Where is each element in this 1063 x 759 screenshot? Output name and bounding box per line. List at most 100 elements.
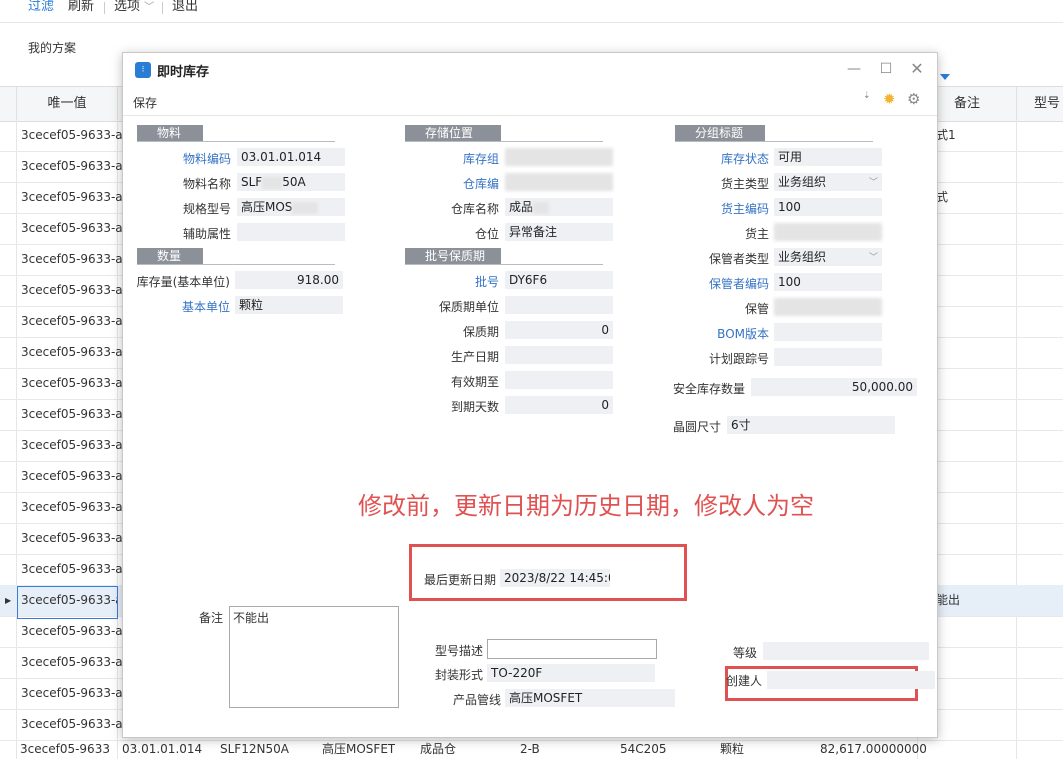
material-name-label: 物料名称	[182, 177, 231, 191]
material-code-field[interactable]: 03.01.01.014	[237, 148, 345, 166]
package-field[interactable]: TO-220F	[487, 664, 655, 682]
my-scheme-tab[interactable]: 我的方案	[28, 39, 76, 56]
qty-field[interactable]: 918.00	[235, 271, 343, 289]
shelf-unit-field[interactable]	[505, 296, 613, 314]
model-desc-input[interactable]	[487, 639, 657, 659]
refresh-button[interactable]: 刷新	[68, 0, 94, 16]
grid-cell-unique: 3cecef05-9633-a	[21, 686, 123, 700]
bom-version-label[interactable]: BOM版本	[669, 325, 769, 342]
filter-button[interactable]: 过滤	[28, 0, 54, 16]
lightbulb-icon[interactable]: ✹	[883, 90, 896, 108]
warehouse-name-value: 成品	[509, 200, 534, 214]
aux-attr-field[interactable]	[237, 223, 345, 241]
grid-cell-unique: 3cecef05-9633-a	[21, 376, 123, 390]
creator-field[interactable]	[767, 671, 935, 689]
plan-track-field[interactable]	[774, 348, 882, 366]
grid-cell: 成品仓	[420, 742, 457, 756]
toolbar-divider	[162, 2, 163, 14]
warehouse-name-label: 仓库名称	[450, 202, 499, 216]
keeper-code-label[interactable]: 保管者编码	[669, 275, 769, 292]
owner-name-label: 货主	[744, 227, 769, 241]
lot-label[interactable]: 批号	[405, 273, 499, 290]
unit-field[interactable]: 颗粒	[235, 296, 343, 314]
spec-field[interactable]: 高压MOS	[237, 198, 345, 216]
grid-header-model[interactable]: 型号	[1017, 87, 1063, 121]
grid-cell-unique: 3cecef05-9633-a	[21, 314, 123, 328]
close-icon[interactable]: ✕	[906, 59, 928, 79]
maximize-icon[interactable]: ☐	[875, 59, 897, 79]
days-to-expiry-field[interactable]: 0	[505, 396, 613, 414]
section-line	[675, 141, 873, 142]
keeper-code-field[interactable]: 100	[774, 273, 882, 291]
dialog-title: 即时库存	[157, 65, 210, 80]
blurred-text	[533, 201, 550, 214]
grid-cell: 54C205	[620, 742, 667, 756]
annotation-text: 修改前，更新日期为历史日期，修改人为空	[358, 492, 814, 520]
grade-label: 等级	[732, 646, 757, 660]
grid-cell-unique: 3cecef05-9633-a	[21, 252, 123, 266]
section-quantity: 数量	[137, 248, 203, 264]
options-menu[interactable]: 选项 ﹀	[114, 0, 154, 16]
stock-status-field[interactable]: 可用	[774, 148, 882, 166]
bom-version-field[interactable]	[774, 323, 882, 341]
remark-textarea[interactable]: 不能出	[229, 606, 399, 708]
storage-org-field[interactable]	[505, 148, 613, 166]
warehouse-code-field[interactable]	[505, 173, 613, 191]
scheme-dropdown-icon[interactable]	[940, 74, 950, 80]
keeper-name-label: 保管	[744, 302, 769, 316]
grid-cell-unique: 3cecef05-9633-a	[21, 531, 123, 545]
keeper-type-label: 保管者类型	[708, 252, 769, 266]
section-batch: 批号保质期	[405, 248, 501, 264]
save-button[interactable]: 保存	[133, 94, 157, 111]
grade-field[interactable]	[763, 642, 929, 660]
top-toolbar: 过滤 刷新 选项 ﹀ 退出	[0, 0, 1063, 23]
safety-stock-field[interactable]: 50,000.00	[751, 378, 917, 396]
grid-cell: 3cecef05-9633	[20, 742, 110, 756]
keeper-type-select[interactable]: 业务组织 ﹀	[774, 248, 882, 266]
wafer-size-field[interactable]: 6寸	[727, 416, 895, 434]
grid-last-row[interactable]: 3cecef05-9633 03.01.01.014 SLF12N50A 高压M…	[0, 740, 1063, 759]
expiry-field[interactable]	[505, 371, 613, 389]
dialog-toolbar: 保存 ⇣ ✹ ⚙	[123, 87, 937, 116]
lot-field[interactable]: DY6F6	[505, 271, 613, 289]
wafer-size-label: 晶圆尺寸	[672, 420, 721, 434]
material-name-field[interactable]: SLF 50A	[237, 173, 345, 191]
dialog-title-bar[interactable]: ⁝ 即时库存 — ☐ ✕	[123, 53, 937, 87]
gear-icon[interactable]: ⚙	[907, 90, 920, 108]
owner-type-select[interactable]: 业务组织 ﹀	[774, 173, 882, 191]
remark-label: 备注	[198, 611, 223, 625]
owner-name-field[interactable]	[774, 223, 882, 241]
exit-button[interactable]: 退出	[172, 0, 198, 16]
grid-cell-unique: 3cecef05-9633-a	[21, 345, 123, 359]
location-field[interactable]: 异常备注	[505, 223, 613, 241]
minimize-icon[interactable]: —	[843, 59, 865, 79]
warehouse-code-label[interactable]: 仓库编	[405, 175, 499, 192]
plan-track-label: 计划跟踪号	[708, 352, 769, 366]
section-line	[405, 264, 603, 265]
keeper-type-value: 业务组织	[778, 250, 827, 264]
owner-code-label[interactable]: 货主编码	[669, 200, 769, 217]
stock-status-label[interactable]: 库存状态	[669, 150, 769, 167]
product-line-field[interactable]: 高压MOSFET	[505, 689, 675, 707]
section-line	[405, 141, 603, 142]
location-label: 仓位	[474, 227, 499, 241]
grid-cell-unique: 3cecef05-9633-a	[21, 500, 123, 514]
grid-cell-unique: 3cecef05-9633-a	[21, 655, 123, 669]
grid-cell: 高压MOSFET	[322, 742, 396, 756]
warehouse-name-field[interactable]: 成品	[505, 198, 613, 216]
keeper-name-field[interactable]	[774, 298, 882, 316]
model-desc-label: 型号描述	[434, 644, 483, 658]
shelf-life-label: 保质期	[462, 325, 499, 339]
owner-code-field[interactable]: 100	[774, 198, 882, 216]
grid-cell: 82,617.00000000	[820, 742, 927, 756]
shelf-life-field[interactable]: 0	[505, 321, 613, 339]
grid-header-unique[interactable]: 唯一值	[17, 87, 118, 121]
owner-type-label: 货主类型	[720, 177, 769, 191]
last-update-field[interactable]: 2023/8/22 14:45:09	[500, 569, 610, 587]
storage-org-label[interactable]: 库存组	[405, 150, 499, 167]
prod-date-label: 生产日期	[450, 350, 499, 364]
unit-label[interactable]: 基本单位	[133, 298, 230, 315]
material-code-label[interactable]: 物料编码	[137, 150, 231, 167]
sort-icon[interactable]: ⇣	[863, 91, 871, 101]
prod-date-field[interactable]	[505, 346, 613, 364]
